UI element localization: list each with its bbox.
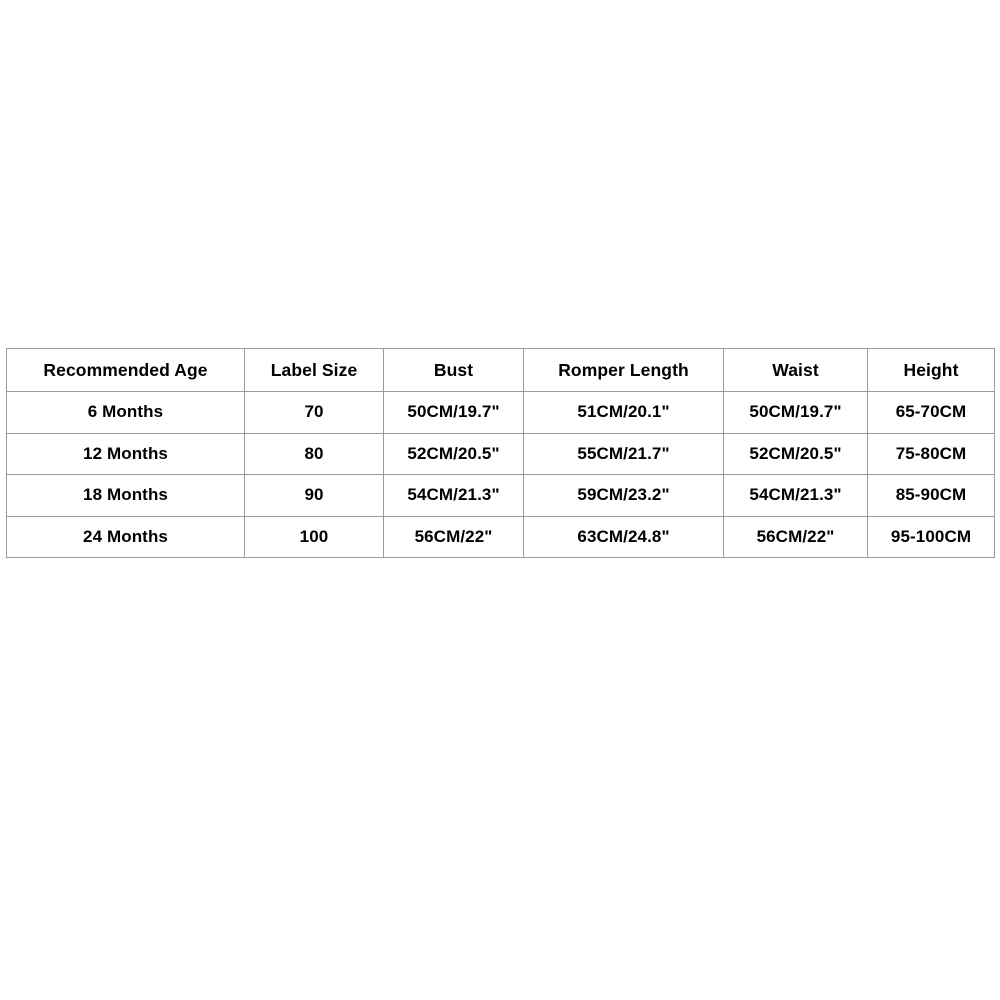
cell-height: 75-80CM xyxy=(867,432,995,475)
cell-height: 65-70CM xyxy=(867,391,995,434)
cell-height: 95-100CM xyxy=(867,515,995,558)
table-row: 12 Months 80 52CM/20.5" 55CM/21.7" 52CM/… xyxy=(6,432,995,475)
cell-label-size: 70 xyxy=(244,391,384,434)
table-row: 18 Months 90 54CM/21.3" 59CM/23.2" 54CM/… xyxy=(6,474,995,517)
size-chart-container: Recommended Age Label Size Bust Romper L… xyxy=(6,348,995,558)
cell-bust: 56CM/22" xyxy=(383,515,524,558)
cell-recommended-age: 6 Months xyxy=(6,391,245,434)
size-chart-header: Recommended Age Label Size Bust Romper L… xyxy=(6,348,995,392)
size-chart-body: 6 Months 70 50CM/19.7" 51CM/20.1" 50CM/1… xyxy=(6,391,995,558)
cell-waist: 54CM/21.3" xyxy=(723,474,868,517)
cell-romper-length: 51CM/20.1" xyxy=(523,391,724,434)
column-header-label-size: Label Size xyxy=(244,348,384,392)
cell-romper-length: 63CM/24.8" xyxy=(523,515,724,558)
cell-label-size: 90 xyxy=(244,474,384,517)
cell-height: 85-90CM xyxy=(867,474,995,517)
column-header-waist: Waist xyxy=(723,348,868,392)
cell-label-size: 80 xyxy=(244,432,384,475)
size-chart-table: Recommended Age Label Size Bust Romper L… xyxy=(6,348,995,558)
table-row: 6 Months 70 50CM/19.7" 51CM/20.1" 50CM/1… xyxy=(6,391,995,434)
cell-waist: 56CM/22" xyxy=(723,515,868,558)
cell-bust: 54CM/21.3" xyxy=(383,474,524,517)
table-row: 24 Months 100 56CM/22" 63CM/24.8" 56CM/2… xyxy=(6,515,995,558)
column-header-height: Height xyxy=(867,348,995,392)
cell-bust: 50CM/19.7" xyxy=(383,391,524,434)
table-header-row: Recommended Age Label Size Bust Romper L… xyxy=(6,348,995,392)
column-header-recommended-age: Recommended Age xyxy=(6,348,245,392)
column-header-bust: Bust xyxy=(383,348,524,392)
cell-bust: 52CM/20.5" xyxy=(383,432,524,475)
cell-recommended-age: 18 Months xyxy=(6,474,245,517)
cell-recommended-age: 12 Months xyxy=(6,432,245,475)
cell-recommended-age: 24 Months xyxy=(6,515,245,558)
cell-romper-length: 59CM/23.2" xyxy=(523,474,724,517)
cell-label-size: 100 xyxy=(244,515,384,558)
cell-waist: 50CM/19.7" xyxy=(723,391,868,434)
cell-romper-length: 55CM/21.7" xyxy=(523,432,724,475)
column-header-romper-length: Romper Length xyxy=(523,348,724,392)
cell-waist: 52CM/20.5" xyxy=(723,432,868,475)
